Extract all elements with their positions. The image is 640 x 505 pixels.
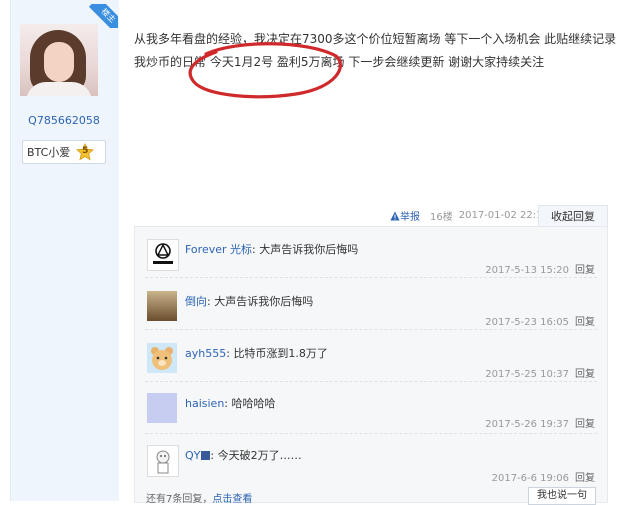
- reply-username[interactable]: QY: [185, 449, 200, 462]
- reply-item: Forever 光标: 大声告诉我你后悔吗 2017-5-13 15:20 回复: [135, 227, 607, 278]
- reply-username[interactable]: 倒向: [185, 295, 207, 308]
- report-link[interactable]: 举报: [390, 208, 420, 223]
- reply-meta: 2017-5-26 19:37 回复: [485, 419, 595, 430]
- reply-item: 倒向: 大声告诉我你后悔吗 2017-5-23 16:05 回复: [135, 279, 607, 330]
- reply-avatar[interactable]: [147, 291, 177, 321]
- reply-text: 大声告诉我你后悔吗: [214, 295, 314, 308]
- replies-panel: Forever 光标: 大声告诉我你后悔吗 2017-5-13 15:20 回复 …: [134, 226, 608, 503]
- avatar-shoulder: [26, 82, 92, 96]
- reply-avatar[interactable]: [147, 393, 177, 423]
- bear-face-icon: [151, 347, 173, 370]
- reply-button[interactable]: 回复: [575, 265, 595, 276]
- cartoon-character-icon: [156, 450, 170, 474]
- reply-item: haisien: 哈哈哈哈 2017-5-26 19:37 回复: [135, 383, 607, 434]
- reply-text: 今天破2万了……: [217, 449, 302, 462]
- reply-avatar[interactable]: [147, 343, 177, 373]
- post-meta: 举报 16楼 2017-01-02 22:16: [390, 208, 549, 223]
- reply-button[interactable]: 回复: [575, 473, 595, 484]
- reply-username[interactable]: Forever 光标: [185, 243, 252, 256]
- reply-meta: 2017-5-13 15:20 回复: [485, 265, 595, 276]
- user-title-badge[interactable]: BTC小爱 5: [22, 140, 106, 164]
- reply-text: 哈哈哈哈: [231, 397, 276, 410]
- reply-item: QY: 今天破2万了…… 2017-6-6 19:06 回复: [135, 435, 607, 485]
- reply-meta: 2017-6-6 19:06 回复: [491, 473, 595, 484]
- user-title-text: BTC小爱: [27, 146, 71, 159]
- reply-meta: 2017-5-23 16:05 回复: [485, 317, 595, 328]
- reply-text: 比特币涨到1.8万了: [233, 347, 328, 360]
- more-replies: 还有7条回复，点击查看: [146, 494, 253, 505]
- floor-number: 16楼: [430, 212, 453, 223]
- view-more-link[interactable]: 点击查看: [212, 494, 252, 505]
- warning-icon: [390, 211, 400, 220]
- red-circle-annotation: [188, 42, 342, 99]
- reply-button[interactable]: 回复: [575, 419, 595, 430]
- collapse-replies-button[interactable]: 收起回复: [538, 205, 608, 228]
- reply-button[interactable]: 回复: [575, 369, 595, 380]
- post-date: 2017-01-02 22:16: [458, 210, 549, 221]
- user-avatar[interactable]: [20, 24, 98, 96]
- reply-text: 大声告诉我你后悔吗: [259, 243, 359, 256]
- reply-button[interactable]: 回复: [575, 317, 595, 328]
- level-number: 5: [82, 146, 89, 156]
- avatar-face: [44, 42, 74, 82]
- reply-avatar[interactable]: [147, 445, 179, 477]
- linkin-park-logo-icon: [153, 243, 173, 264]
- forum-page: 楼主 Q785662058 BTC小爱 5 从我多年看盘的经验，我决定在7300…: [0, 0, 640, 505]
- level-star-icon: 5: [76, 143, 95, 161]
- reply-meta: 2017-5-25 10:37 回复: [485, 369, 595, 380]
- add-reply-button[interactable]: 我也说一句: [528, 487, 596, 505]
- reply-item: ayh555: 比特币涨到1.8万了 2017-5-25 10:37 回复: [135, 331, 607, 382]
- reply-username[interactable]: haisien: [185, 397, 224, 410]
- reply-username[interactable]: ayh555: [185, 347, 226, 360]
- reply-avatar[interactable]: [147, 239, 179, 271]
- username-link[interactable]: Q785662058: [10, 114, 118, 127]
